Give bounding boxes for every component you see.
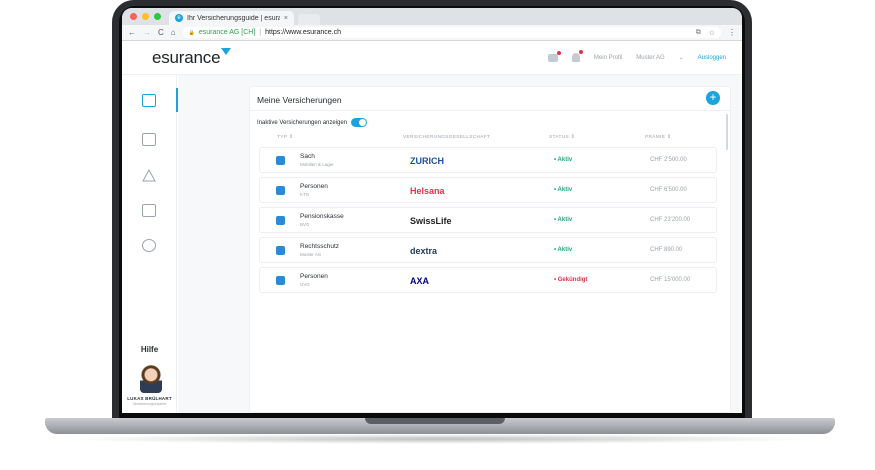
company-selector[interactable]: Muster AG: [636, 55, 664, 61]
insurer-logo: ZURICH: [410, 156, 444, 166]
favicon-icon: e: [175, 14, 183, 22]
sidebar: Hilfe LUKAS BRÜLHART Versicherungsexpert…: [122, 75, 178, 413]
scrollbar[interactable]: [726, 114, 728, 150]
insurer-logo: dextra: [410, 246, 438, 256]
notification-badge: [578, 50, 583, 54]
insurance-type-name: Personen: [300, 273, 328, 280]
address-input[interactable]: 🔒 esurance AG [CH] | https://www.esuranc…: [182, 27, 721, 38]
insurances-card: Meine Versicherungen + Inaktive Versiche…: [249, 86, 731, 413]
inactive-toggle-row: Inaktive Versicherungen anzeigen: [257, 118, 368, 127]
advisor-role: Versicherungsexperte: [132, 402, 167, 406]
messages-icon[interactable]: [547, 50, 561, 62]
insurance-type-sub: UVG: [300, 282, 310, 287]
avatar[interactable]: [140, 365, 162, 393]
insurance-type-name: Rechtsschutz: [300, 243, 340, 250]
insurance-type-name: Personen: [300, 183, 328, 190]
premium-value: CHF 15'000.00: [650, 277, 691, 283]
divider: [250, 110, 730, 111]
table-row[interactable]: Sach Mobilien & Lager ZURICH • Aktiv CHF 2'5…: [259, 147, 717, 173]
tab-close-icon[interactable]: ×: [284, 15, 288, 22]
profile-link[interactable]: Mein Profil: [594, 55, 622, 61]
sidebar-item-warnings[interactable]: [142, 168, 156, 182]
forward-icon[interactable]: →: [143, 28, 151, 37]
insurance-type-icon: [276, 246, 285, 255]
insurer-logo: AXA: [410, 276, 430, 286]
inactive-insurances-toggle[interactable]: [351, 118, 368, 127]
insurer-logo: Helsana: [410, 186, 445, 196]
logo-mark-icon: [221, 47, 232, 55]
insurance-type-sub: Mobilien & Lager: [300, 162, 334, 167]
insurance-type-sub: KTG: [300, 192, 310, 197]
sidebar-item-dashboard[interactable]: [142, 94, 156, 107]
advisor-name: LUKAS BRÜLHART: [127, 396, 172, 401]
status-badge: • Aktiv: [554, 187, 573, 193]
premium-value: CHF 23'200.00: [650, 217, 691, 223]
browser-tab[interactable]: e Ihr Versicherungsguide | esura ×: [169, 11, 294, 25]
insurer-logo: SwissLife: [410, 216, 452, 226]
sidebar-item-settings[interactable]: [142, 239, 156, 252]
column-status[interactable]: STATUS ⇕: [549, 135, 575, 140]
column-insurer: VERSICHERUNGSGESELLSCHAFT: [403, 135, 491, 140]
status-badge: • Aktiv: [554, 157, 573, 163]
browser-window: e Ihr Versicherungsguide | esura × ← → C…: [122, 8, 742, 413]
tab-bar: e Ihr Versicherungsguide | esura ×: [122, 8, 742, 25]
lock-icon: 🔒: [188, 29, 195, 36]
bookmark-star-icon[interactable]: ☆: [709, 29, 715, 37]
table-row[interactable]: Personen KTG Helsana • Aktiv CHF 6'500.00: [259, 177, 717, 203]
column-type[interactable]: TYP ⇕: [277, 135, 293, 140]
insurance-type-sub: Muster AG: [300, 252, 322, 257]
tab-title: Ihr Versicherungsguide | esura: [187, 14, 280, 22]
address-separator: |: [259, 29, 262, 36]
home-icon[interactable]: ⌂: [171, 28, 176, 37]
add-insurance-button[interactable]: +: [706, 91, 720, 105]
close-window-button[interactable]: [130, 13, 137, 20]
chevron-down-icon[interactable]: ⌄: [679, 54, 684, 61]
table-row[interactable]: Pensionskasse BVG SwissLife • Aktiv CHF 23'2…: [259, 207, 717, 233]
insurance-type-icon: [276, 216, 285, 225]
insurance-type-icon: [276, 276, 285, 285]
insurance-type-sub: BVG: [300, 222, 310, 227]
maximize-window-button[interactable]: [154, 13, 161, 20]
premium-value: CHF 2'500.00: [650, 157, 687, 163]
toggle-label: Inaktive Versicherungen anzeigen: [257, 119, 348, 126]
sidebar-item-documents[interactable]: [142, 133, 156, 146]
premium-value: CHF 6'500.00: [650, 187, 687, 193]
table-header: TYP ⇕ VERSICHERUNGSGESELLSCHAFT STATUS ⇕…: [259, 135, 715, 145]
table-row[interactable]: Personen UVG AXA • Gekündigt CHF 15'000.00: [259, 267, 717, 293]
back-icon[interactable]: ←: [128, 28, 136, 37]
warning-icon: [142, 168, 156, 182]
bell-icon[interactable]: [571, 50, 583, 62]
translate-icon[interactable]: ⧉: [696, 29, 701, 37]
laptop-shadow: [60, 434, 820, 444]
address-bar-row: ← → C ⌂ 🔒 esurance AG [CH] | https://www…: [122, 25, 742, 41]
column-premium[interactable]: PRÄMIE ⇕: [645, 135, 671, 140]
insurance-type-name: Pensionskasse: [300, 213, 344, 220]
reload-icon[interactable]: C: [158, 28, 164, 37]
app-header: esurance Mein Profil Muster AG ⌄ Auslogg…: [122, 41, 742, 75]
minimize-window-button[interactable]: [142, 13, 149, 20]
url-text: https://www.esurance.ch: [265, 29, 341, 36]
window-controls: [122, 13, 169, 25]
status-badge: • Aktiv: [554, 217, 573, 223]
new-tab-button[interactable]: [298, 14, 320, 25]
site-identity: esurance AG [CH]: [198, 29, 256, 36]
premium-value: CHF 890.00: [650, 247, 683, 253]
card-title: Meine Versicherungen: [257, 95, 342, 105]
logo-text: esurance: [152, 47, 221, 67]
insurance-type-name: Sach: [300, 153, 315, 160]
table-row[interactable]: Rechtsschutz Muster AG dextra • Aktiv CHF 89…: [259, 237, 717, 263]
status-badge: • Gekündigt: [554, 277, 588, 283]
status-badge: • Aktiv: [554, 247, 573, 253]
notification-badge: [556, 50, 561, 55]
esurance-logo[interactable]: esurance: [152, 47, 232, 68]
insurance-type-icon: [276, 186, 285, 195]
sidebar-item-contracts[interactable]: [142, 204, 156, 217]
main-content: Meine Versicherungen + Inaktive Versiche…: [178, 75, 742, 413]
insurance-type-icon: [276, 156, 285, 165]
help-heading: Hilfe: [140, 345, 159, 354]
browser-menu-icon[interactable]: ⋮: [728, 28, 736, 37]
laptop-notch: [365, 418, 505, 424]
logout-link[interactable]: Ausloggen: [698, 55, 726, 61]
